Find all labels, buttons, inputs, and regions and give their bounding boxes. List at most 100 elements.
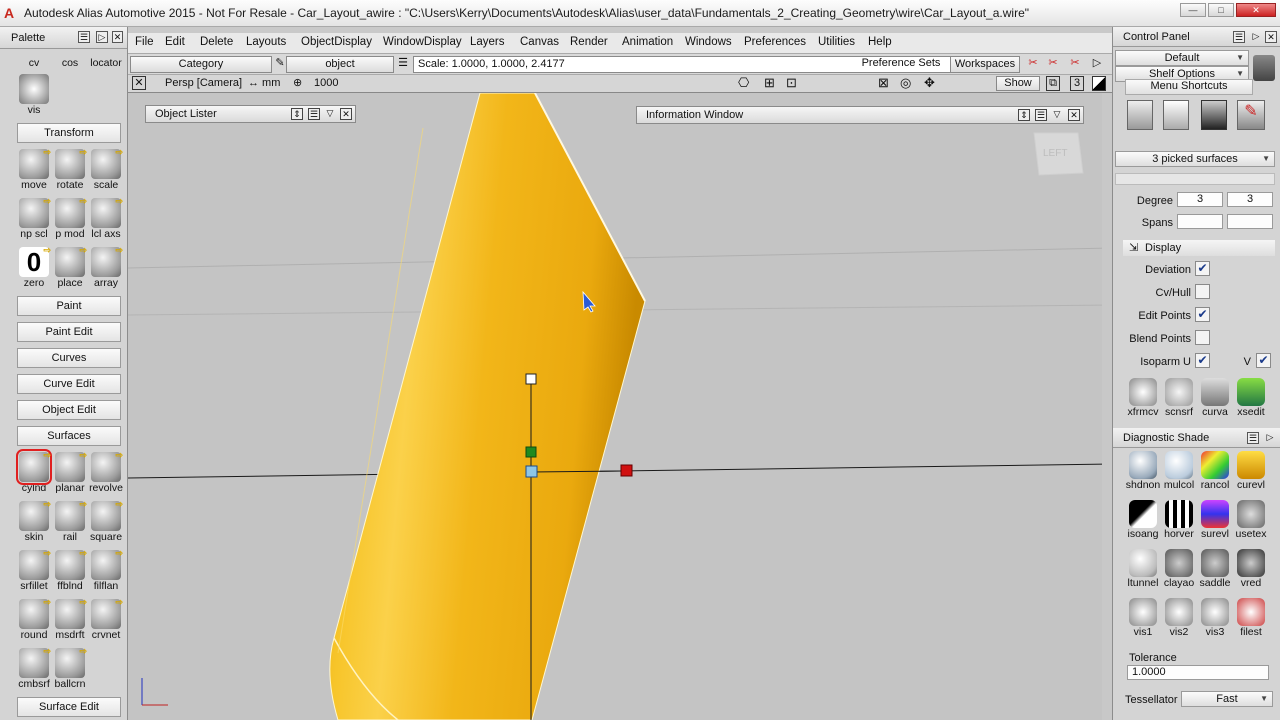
section-paint-edit[interactable]: Paint Edit	[17, 322, 121, 342]
degree-u-field[interactable]: 3	[1177, 192, 1223, 207]
manipulator-handle-top[interactable]	[525, 373, 537, 385]
workspaces-button[interactable]: Workspaces	[950, 56, 1020, 73]
maximize-view-icon[interactable]	[1092, 76, 1106, 91]
manipulator-handle-center[interactable]	[525, 465, 538, 478]
menu-objectdisplay[interactable]: ObjectDisplay	[301, 36, 372, 48]
degree-v-field[interactable]: 3	[1227, 192, 1273, 207]
section-curves[interactable]: Curves	[17, 348, 121, 368]
diag-tool-curevl[interactable]: curevl	[1233, 449, 1269, 497]
show-button[interactable]: Show	[996, 76, 1040, 91]
section-surface-edit[interactable]: Surface Edit	[17, 697, 121, 717]
close-icon[interactable]: ✕	[340, 108, 352, 120]
information-window[interactable]: Information Window ⇕ ☰ ▽ ✕	[636, 106, 1084, 124]
category-dropdown[interactable]: Category	[130, 56, 272, 73]
look-at-icon[interactable]: ◎	[900, 75, 911, 91]
menu-canvas[interactable]: Canvas	[520, 36, 559, 48]
frame-icon[interactable]: ⊠	[878, 75, 889, 91]
section-surfaces[interactable]: Surfaces	[17, 426, 121, 446]
close-button[interactable]: ✕	[1236, 3, 1276, 17]
shelf-tool-icon[interactable]: ✂	[1066, 56, 1084, 73]
menu-edit[interactable]: Edit	[165, 36, 185, 48]
camera-tumble-icon[interactable]: ⎔	[738, 75, 749, 91]
manipulator-handle-green[interactable]	[525, 446, 537, 458]
shortcut-icon[interactable]	[1163, 100, 1189, 130]
menu-render[interactable]: Render	[570, 36, 608, 48]
menu-icon[interactable]: ☰	[1247, 432, 1259, 444]
maximize-button[interactable]: □	[1208, 3, 1234, 17]
tool-lcl-axs[interactable]: ⇨ lcl axs	[88, 196, 124, 244]
deviation-checkbox[interactable]: ✔	[1195, 261, 1210, 276]
spans-v-field[interactable]	[1227, 214, 1273, 229]
close-icon[interactable]: ✕	[1265, 31, 1277, 43]
picked-surfaces-dropdown[interactable]: 3 picked surfaces	[1115, 151, 1275, 167]
diag-tool-usetex[interactable]: usetex	[1233, 498, 1269, 546]
tool-vis[interactable]: vis	[16, 72, 52, 120]
tolerance-field[interactable]: 1.0000	[1127, 665, 1269, 680]
diag-tool-filest[interactable]: filest	[1233, 596, 1269, 644]
section-paint[interactable]: Paint	[17, 296, 121, 316]
minimize-button[interactable]: —	[1180, 3, 1206, 17]
list-icon[interactable]: ☰	[396, 56, 410, 73]
trash-icon[interactable]	[1253, 55, 1275, 81]
resize-icon[interactable]: ⇕	[1018, 109, 1030, 121]
isoparm-u-checkbox[interactable]: ✔	[1195, 353, 1210, 368]
section-object-edit[interactable]: Object Edit	[17, 400, 121, 420]
edit-points-checkbox[interactable]: ✔	[1195, 307, 1210, 322]
shelf-tool-icon[interactable]: ✂	[1024, 56, 1042, 73]
shelf-tool-icon[interactable]: ✂	[1044, 56, 1062, 73]
camera-track-icon[interactable]: ⊞	[764, 75, 775, 91]
menu-utilities[interactable]: Utilities	[818, 36, 855, 48]
default-dropdown[interactable]: Default	[1115, 50, 1249, 66]
perspective-viewport[interactable]: LEFT Object Lister ⇕ ☰ ▽ ✕ Information W…	[128, 93, 1112, 720]
preference-sets-button[interactable]: Preference Sets	[855, 56, 947, 73]
menu-animation[interactable]: Animation	[622, 36, 673, 48]
menu-preferences[interactable]: Preferences	[744, 36, 806, 48]
object-lister-window[interactable]: Object Lister ⇕ ☰ ▽ ✕	[145, 105, 356, 123]
blend-points-checkbox[interactable]	[1195, 330, 1210, 345]
cylinder-surface[interactable]	[329, 93, 646, 720]
tool-locator[interactable]: locator	[88, 41, 124, 71]
resize-icon[interactable]: ⇕	[291, 108, 303, 120]
isoparm-v-checkbox[interactable]: ✔	[1256, 353, 1271, 368]
menu-file[interactable]: File	[135, 36, 154, 48]
viewport-scrollbar[interactable]	[1102, 93, 1112, 720]
menu-help[interactable]: Help	[868, 36, 892, 48]
tool-square[interactable]: ⇨ square	[88, 499, 124, 547]
tool-crvnet[interactable]: ⇨ crvnet	[88, 597, 124, 645]
menu-icon[interactable]: ☰	[308, 108, 320, 120]
shelf-tool-xsedit[interactable]: xsedit	[1233, 376, 1269, 424]
camera-zoom-icon[interactable]: ⊡	[786, 75, 797, 91]
tool-revolve[interactable]: ⇨ revolve	[88, 450, 124, 498]
menu-windowdisplay[interactable]: WindowDisplay	[383, 36, 462, 48]
move-view-icon[interactable]: ✥	[924, 75, 935, 91]
spans-u-field[interactable]	[1177, 214, 1223, 229]
close-view-icon[interactable]: ✕	[132, 76, 146, 90]
menu-windows[interactable]: Windows	[685, 36, 732, 48]
menu-layers[interactable]: Layers	[470, 36, 505, 48]
expand-icon[interactable]: ▷	[1264, 432, 1276, 444]
section-curve-edit[interactable]: Curve Edit	[17, 374, 121, 394]
expand-icon[interactable]: ▷	[1250, 31, 1262, 43]
tool-filflan[interactable]: ⇨ filflan	[88, 548, 124, 596]
diag-tool-vred[interactable]: vred	[1233, 547, 1269, 595]
chevron-down-icon[interactable]: ▽	[324, 108, 336, 120]
menu-icon[interactable]: ☰	[1035, 109, 1047, 121]
play-icon[interactable]: ▷	[1090, 56, 1104, 73]
manipulator-handle-red[interactable]	[620, 464, 633, 477]
cvhull-checkbox[interactable]	[1195, 284, 1210, 299]
menu-shortcuts-tab[interactable]: Menu Shortcuts	[1125, 79, 1253, 95]
shortcut-icon[interactable]	[1201, 100, 1227, 130]
menu-layouts[interactable]: Layouts	[246, 36, 286, 48]
section-transform[interactable]: Transform	[17, 123, 121, 143]
display-section-header[interactable]: ⇲ Display	[1123, 240, 1275, 256]
tool-scale[interactable]: ⇨ scale	[88, 147, 124, 195]
tool-ballcrn[interactable]: ⇨ ballcrn	[52, 646, 88, 694]
viewport-canvas[interactable]	[128, 93, 1112, 720]
pin-icon[interactable]: ✎	[274, 56, 286, 73]
chevron-down-icon[interactable]: ▽	[1051, 109, 1063, 121]
menu-delete[interactable]: Delete	[200, 36, 233, 48]
tessellator-dropdown[interactable]: Fast	[1181, 691, 1273, 707]
object-dropdown[interactable]: object	[286, 56, 394, 73]
shortcut-icon[interactable]	[1127, 100, 1153, 130]
tool-array[interactable]: ⇨ array	[88, 245, 124, 293]
